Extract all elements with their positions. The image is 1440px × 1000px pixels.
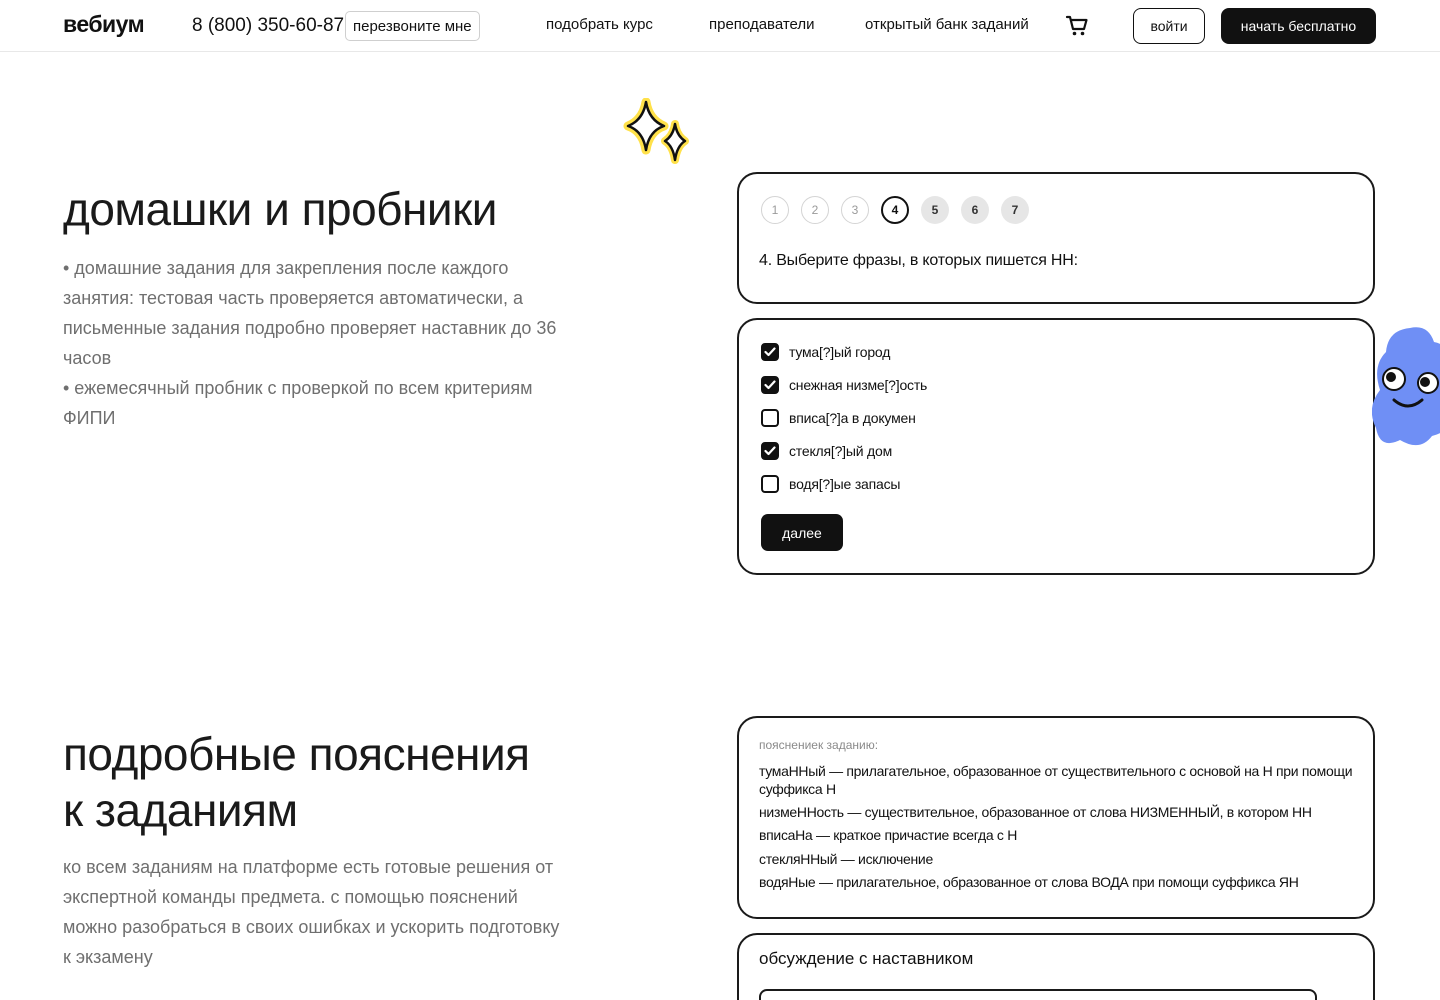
checkbox-checked[interactable] bbox=[761, 442, 779, 460]
quiz-option-label: тума[?]ый город bbox=[789, 344, 891, 360]
quiz-option[interactable]: вписа[?]а в докумен bbox=[761, 409, 916, 427]
nav-teachers[interactable]: преподаватели bbox=[709, 16, 815, 33]
nav-choose-course[interactable]: подобрать курс bbox=[546, 16, 653, 33]
quiz-step[interactable]: 2 bbox=[801, 196, 829, 224]
discussion-input[interactable] bbox=[759, 989, 1317, 1000]
explanation-heading: пояснениек заданию: bbox=[759, 738, 879, 752]
cart-icon[interactable] bbox=[1064, 12, 1090, 38]
logo[interactable]: вебиум bbox=[63, 11, 145, 38]
phone-number[interactable]: 8 (800) 350-60-87 bbox=[192, 15, 344, 37]
quiz-option[interactable]: тума[?]ый город bbox=[761, 343, 890, 361]
quiz-option-label: снежная низме[?]ость bbox=[789, 377, 928, 393]
checkmark-icon bbox=[764, 446, 776, 456]
explanation-line: водяНые — прилагательное, образованное о… bbox=[759, 874, 1299, 890]
quiz-step[interactable]: 1 bbox=[761, 196, 789, 224]
quiz-step[interactable]: 6 bbox=[961, 196, 989, 224]
section-explanations-text: ко всем заданиям на платформе есть готов… bbox=[63, 857, 560, 967]
start-free-button[interactable]: начать бесплатно bbox=[1221, 8, 1376, 44]
explanation-line: стекляННый — исключение bbox=[759, 851, 933, 867]
explanation-line: тумаННый — прилагательное, образованное … bbox=[759, 763, 1353, 797]
nav-task-bank[interactable]: открытый банк заданий bbox=[865, 16, 1029, 33]
quiz-step-current[interactable]: 4 bbox=[881, 196, 909, 224]
quiz-step[interactable]: 7 bbox=[1001, 196, 1029, 224]
quiz-option-label: вписа[?]а в докумен bbox=[789, 410, 916, 426]
title-line: подробные пояснения bbox=[63, 728, 530, 780]
checkmark-icon bbox=[764, 380, 776, 390]
quiz-step[interactable]: 5 bbox=[921, 196, 949, 224]
next-button[interactable]: далее bbox=[761, 514, 843, 551]
quiz-step[interactable]: 3 bbox=[841, 196, 869, 224]
mascot-blob bbox=[1372, 326, 1440, 450]
explanation-line: низмеННость — существительное, образован… bbox=[759, 804, 1312, 820]
explanation-card: пояснениек заданию: тумаННый — прилагате… bbox=[737, 716, 1375, 919]
homework-bullet: • домашние задания для закрепления после… bbox=[63, 258, 557, 368]
checkbox-checked[interactable] bbox=[761, 343, 779, 361]
section-homework-title: домашки и пробники bbox=[63, 183, 497, 235]
checkbox-checked[interactable] bbox=[761, 376, 779, 394]
quiz-options-card: тума[?]ый город снежная низме[?]ость впи… bbox=[737, 318, 1375, 575]
checkbox-unchecked[interactable] bbox=[761, 409, 779, 427]
explanation-line: вписаНа — краткое причастие всегда с Н bbox=[759, 827, 1018, 843]
login-button[interactable]: войти bbox=[1133, 8, 1205, 44]
quiz-question: 4. Выберите фразы, в которых пишется НН: bbox=[759, 252, 1078, 269]
discussion-title: обсуждение с наставником bbox=[759, 949, 974, 968]
discussion-card: обсуждение с наставником bbox=[737, 933, 1375, 1000]
quiz-option-label: стекля[?]ый дом bbox=[789, 443, 892, 459]
section-explanations-title: подробные пояснения к заданиям bbox=[63, 726, 530, 838]
checkbox-unchecked[interactable] bbox=[761, 475, 779, 493]
homework-bullet: • ежемесячный пробник с проверкой по все… bbox=[63, 378, 533, 428]
quiz-option[interactable]: стекля[?]ый дом bbox=[761, 442, 892, 460]
sparkle-icon bbox=[620, 97, 696, 168]
site-header: вебиум 8 (800) 350-60-87 перезвоните мне… bbox=[0, 0, 1440, 52]
checkmark-icon bbox=[764, 347, 776, 357]
section-homework-text: • домашние задания для закрепления после… bbox=[63, 253, 568, 433]
title-line: к заданиям bbox=[63, 784, 298, 836]
callback-button[interactable]: перезвоните мне bbox=[345, 11, 480, 41]
quiz-option[interactable]: водя[?]ые запасы bbox=[761, 475, 900, 493]
quiz-option[interactable]: снежная низме[?]ость bbox=[761, 376, 927, 394]
quiz-option-label: водя[?]ые запасы bbox=[789, 476, 901, 492]
quiz-question-card: 1 2 3 4 5 6 7 4. Выберите фразы, в котор… bbox=[737, 172, 1375, 304]
quiz-steps: 1 2 3 4 5 6 7 bbox=[761, 196, 1029, 224]
